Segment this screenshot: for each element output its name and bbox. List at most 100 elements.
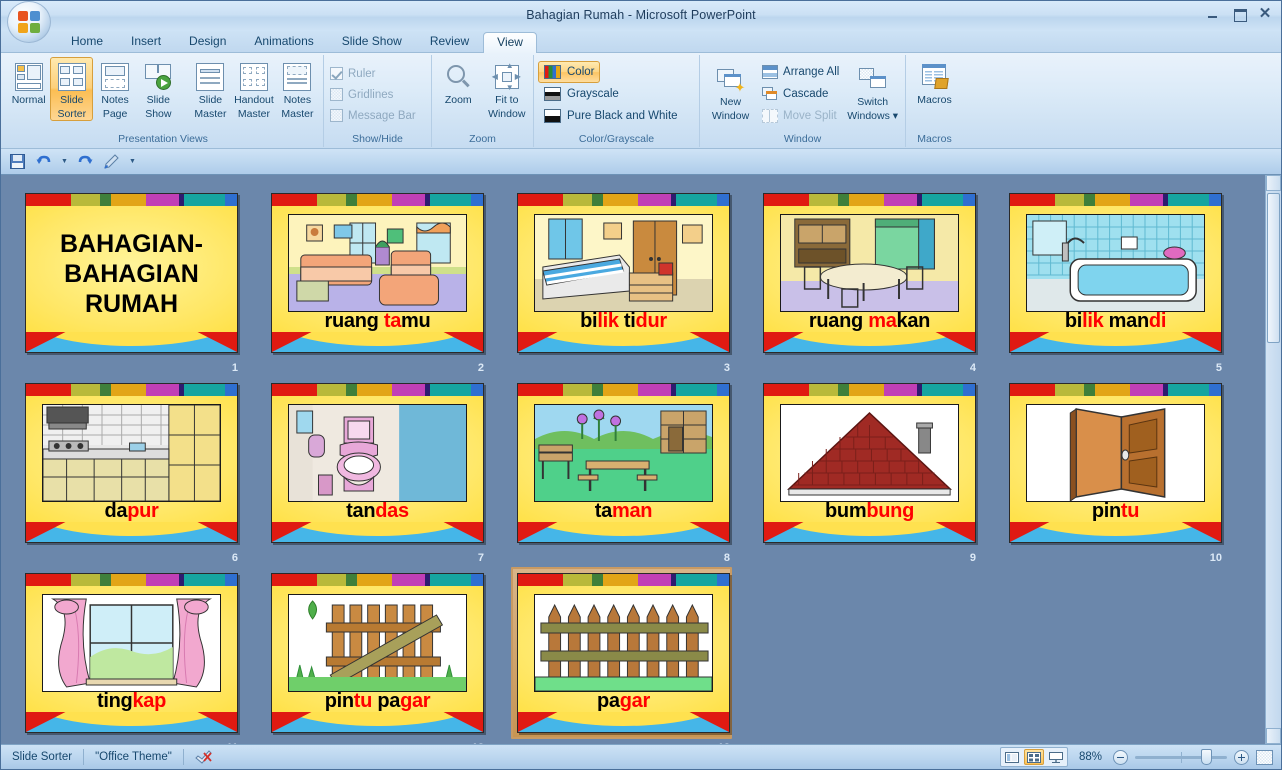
zoom-out-button[interactable] <box>1113 749 1128 765</box>
slide-cell[interactable]: BAHAGIAN-BAHAGIAN RUMAH 1 <box>19 187 240 374</box>
slide-thumbnail[interactable]: dapur <box>19 377 240 549</box>
tab-design[interactable]: Design <box>175 31 240 52</box>
arrange-all-button[interactable]: Arrange All <box>757 61 844 83</box>
slide-thumbnail-surface[interactable]: tandas <box>271 383 484 543</box>
scrollbar-thumb[interactable] <box>1267 193 1280 343</box>
slide-thumbnail-selected[interactable]: pagar <box>511 567 732 739</box>
vertical-scrollbar[interactable] <box>1265 175 1281 744</box>
slide-cell[interactable]: pagar 13 <box>511 567 732 744</box>
tab-animations[interactable]: Animations <box>240 31 327 52</box>
slide-show-view-button-status[interactable] <box>1046 749 1066 765</box>
slide-cell[interactable]: tingkap 11 <box>19 567 240 744</box>
zoom-button[interactable]: Zoom <box>436 57 481 108</box>
slide-thumbnail[interactable]: bilik mandi <box>1003 187 1224 359</box>
tab-home[interactable]: Home <box>57 31 117 52</box>
slide-thumbnail-surface[interactable]: bumbung <box>763 383 976 543</box>
slide-show-button[interactable]: Slide Show <box>137 57 180 121</box>
slide-thumbnail-surface[interactable]: ruang makan <box>763 193 976 353</box>
scroll-up-arrow[interactable] <box>1266 175 1281 191</box>
slide-thumbnail[interactable]: bumbung <box>757 377 978 549</box>
slide-cell[interactable]: ruang tamu 2 <box>265 187 486 374</box>
format-painter-icon[interactable] <box>103 153 120 170</box>
notes-master-button[interactable]: Notes Master <box>276 57 319 121</box>
slide-thumbnail-surface[interactable]: pintu pagar <box>271 573 484 733</box>
slide-cell[interactable]: bilik tidur 3 <box>511 187 732 374</box>
tab-insert[interactable]: Insert <box>117 31 175 52</box>
slide-cell[interactable]: pintu pagar 12 <box>265 567 486 744</box>
pure-black-white-option[interactable]: Pure Black and White <box>538 105 684 127</box>
slide-thumbnail[interactable]: ruang makan <box>757 187 978 359</box>
spellcheck-icon[interactable] <box>184 745 224 769</box>
slide-number: 3 <box>723 362 730 374</box>
close-button[interactable]: ✕ <box>1257 6 1273 21</box>
grayscale-option[interactable]: Grayscale <box>538 83 625 105</box>
save-icon[interactable] <box>9 153 26 170</box>
slide-sorter-view-button[interactable]: Slide Sorter <box>50 57 94 121</box>
pure-black-white-swatch-icon <box>544 109 561 123</box>
new-window-button[interactable]: ✦ New Window <box>704 59 757 123</box>
slide-thumbnail-surface[interactable]: pintu <box>1009 383 1222 543</box>
undo-dropdown-arrow[interactable]: ▼ <box>61 158 68 165</box>
slide-thumbnail-surface[interactable]: tingkap <box>25 573 238 733</box>
slide-thumbnail-surface[interactable]: ruang tamu <box>271 193 484 353</box>
gridlines-checkbox-row[interactable]: Gridlines <box>328 84 393 105</box>
slide-cell[interactable]: taman 8 <box>511 377 732 564</box>
slide-thumbnail-surface[interactable]: bilik tidur <box>517 193 730 353</box>
slide-thumbnail[interactable]: BAHAGIAN-BAHAGIAN RUMAH <box>19 187 240 359</box>
slide-thumbnail[interactable]: ruang tamu <box>265 187 486 359</box>
cascade-button[interactable]: Cascade <box>757 83 844 105</box>
switch-windows-button[interactable]: Switch Windows ▾ <box>844 59 901 123</box>
slide-thumbnail[interactable]: tandas <box>265 377 486 549</box>
gridlines-checkbox[interactable] <box>330 88 343 101</box>
tab-review[interactable]: Review <box>416 31 483 52</box>
macros-button[interactable]: Macros <box>911 57 959 108</box>
zoom-percent-label[interactable]: 88% <box>1075 751 1106 763</box>
fit-to-window-label-line1: Fit to <box>495 94 519 106</box>
slide-cell[interactable]: tandas 7 <box>265 377 486 564</box>
minimize-button[interactable] <box>1205 7 1221 21</box>
handout-master-button[interactable]: Handout Master <box>232 57 276 121</box>
slide-sorter-view-button-status[interactable] <box>1023 749 1044 765</box>
color-option[interactable]: Color <box>538 61 601 83</box>
slide-thumbnail-surface[interactable]: BAHAGIAN-BAHAGIAN RUMAH <box>25 193 238 353</box>
slide-thumbnail-surface[interactable]: taman <box>517 383 730 543</box>
normal-view-button[interactable]: Normal <box>7 57 50 108</box>
message-bar-checkbox[interactable] <box>330 109 343 122</box>
slide-cell[interactable]: dapur 6 <box>19 377 240 564</box>
slide-thumbnail[interactable]: pintu <box>1003 377 1224 549</box>
slide-cell[interactable]: bilik mandi 5 <box>1003 187 1224 374</box>
ruler-checkbox[interactable] <box>330 67 343 80</box>
redo-icon[interactable] <box>77 153 94 170</box>
move-split-button[interactable]: Move Split <box>757 105 844 127</box>
slide-thumbnail[interactable]: tingkap <box>19 567 240 739</box>
slide-master-button[interactable]: Slide Master <box>189 57 232 121</box>
slide-sorter-canvas[interactable]: BAHAGIAN-BAHAGIAN RUMAH 1 ruang tamu 2 b… <box>1 175 1281 744</box>
slide-top-stripe <box>518 574 729 586</box>
slide-thumbnail[interactable]: taman <box>511 377 732 549</box>
restore-button[interactable] <box>1231 7 1247 22</box>
fit-slide-to-window-button[interactable] <box>1256 749 1273 765</box>
office-button[interactable] <box>7 1 51 43</box>
slide-cell[interactable]: pintu 10 <box>1003 377 1224 564</box>
slide-thumbnail[interactable]: bilik tidur <box>511 187 732 359</box>
slide-thumbnail-surface[interactable]: dapur <box>25 383 238 543</box>
tab-view[interactable]: View <box>483 32 537 53</box>
slide-cell[interactable]: ruang makan 4 <box>757 187 978 374</box>
normal-view-button-status[interactable] <box>1002 749 1022 765</box>
undo-icon[interactable] <box>35 153 52 170</box>
slide-thumbnail-surface[interactable]: bilik mandi <box>1009 193 1222 353</box>
notes-page-button[interactable]: Notes Page <box>93 57 136 121</box>
slide-cell[interactable]: bumbung 9 <box>757 377 978 564</box>
scroll-down-arrow[interactable] <box>1266 728 1281 744</box>
slide-thumbnail[interactable]: pintu pagar <box>265 567 486 739</box>
fit-to-window-button[interactable]: ▲ ▼ ◀ ▶ Fit to Window <box>485 57 530 121</box>
slide-thumbnail-surface[interactable]: pagar <box>517 573 730 733</box>
customize-qat-arrow[interactable]: ▼ <box>129 158 136 165</box>
tab-slide-show[interactable]: Slide Show <box>328 31 416 52</box>
zoom-in-button[interactable] <box>1234 749 1249 765</box>
zoom-slider-handle[interactable] <box>1201 748 1213 765</box>
zoom-slider[interactable] <box>1135 748 1227 765</box>
message-bar-checkbox-row[interactable]: Message Bar <box>328 105 416 126</box>
normal-view-label: Normal <box>11 94 46 106</box>
ruler-checkbox-row[interactable]: Ruler <box>328 63 375 84</box>
